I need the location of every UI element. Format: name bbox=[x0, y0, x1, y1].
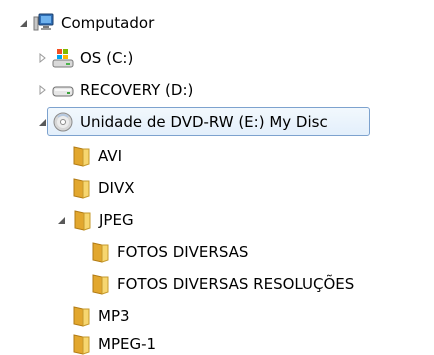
folder-icon bbox=[70, 177, 92, 199]
tree-item-folder-mpeg-1[interactable]: MPEG-1 bbox=[70, 330, 156, 355]
folder-icon bbox=[70, 145, 92, 167]
folder-icon bbox=[70, 305, 92, 327]
tree-item-folder-avi[interactable]: AVI bbox=[70, 142, 122, 170]
folder-icon bbox=[89, 273, 111, 295]
collapsed-arrow-icon[interactable] bbox=[36, 52, 48, 64]
tree-item-label: FOTOS DIVERSAS bbox=[117, 243, 249, 261]
folder-tree: Computador OS (C:) RECOVERY (D:) Unidade… bbox=[0, 0, 434, 355]
tree-item-drive-d[interactable]: RECOVERY (D:) bbox=[36, 76, 193, 104]
tree-item-folder-mp3[interactable]: MP3 bbox=[70, 302, 130, 330]
folder-icon bbox=[70, 333, 92, 355]
tree-item-label: JPEG bbox=[99, 211, 134, 229]
tree-item-drive-c[interactable]: OS (C:) bbox=[36, 44, 133, 72]
computer-icon bbox=[33, 12, 55, 34]
tree-item-dvd-drive[interactable]: Unidade de DVD-RW (E:) My Disc bbox=[36, 108, 328, 136]
tree-item-label: FOTOS DIVERSAS RESOLUÇÕES bbox=[117, 275, 355, 293]
tree-item-label: DIVX bbox=[98, 179, 135, 197]
hard-drive-icon bbox=[52, 79, 74, 101]
tree-item-folder-jpeg[interactable]: JPEG bbox=[55, 206, 134, 234]
tree-item-label: RECOVERY (D:) bbox=[80, 81, 194, 99]
expanded-arrow-icon[interactable] bbox=[17, 17, 29, 29]
expanded-arrow-icon[interactable] bbox=[55, 214, 67, 226]
folder-icon bbox=[89, 241, 111, 263]
tree-item-folder-divx[interactable]: DIVX bbox=[70, 174, 135, 202]
collapsed-arrow-icon[interactable] bbox=[36, 84, 48, 96]
tree-item-label: AVI bbox=[98, 147, 122, 165]
tree-item-folder-fotos-diversas[interactable]: FOTOS DIVERSAS bbox=[89, 238, 248, 266]
tree-item-label: MP3 bbox=[98, 307, 130, 325]
tree-item-label: Unidade de DVD-RW (E:) My Disc bbox=[80, 113, 328, 131]
tree-item-label: Computador bbox=[61, 14, 155, 32]
tree-item-label: OS (C:) bbox=[80, 49, 134, 67]
expanded-arrow-icon[interactable] bbox=[36, 116, 48, 128]
dvd-drive-icon bbox=[52, 111, 74, 133]
folder-icon bbox=[71, 209, 93, 231]
tree-item-folder-fotos-diversas-resolucoes[interactable]: FOTOS DIVERSAS RESOLUÇÕES bbox=[89, 270, 354, 298]
windows-drive-icon bbox=[52, 47, 74, 69]
tree-item-computer[interactable]: Computador bbox=[17, 9, 154, 37]
tree-item-label: MPEG-1 bbox=[98, 335, 157, 353]
